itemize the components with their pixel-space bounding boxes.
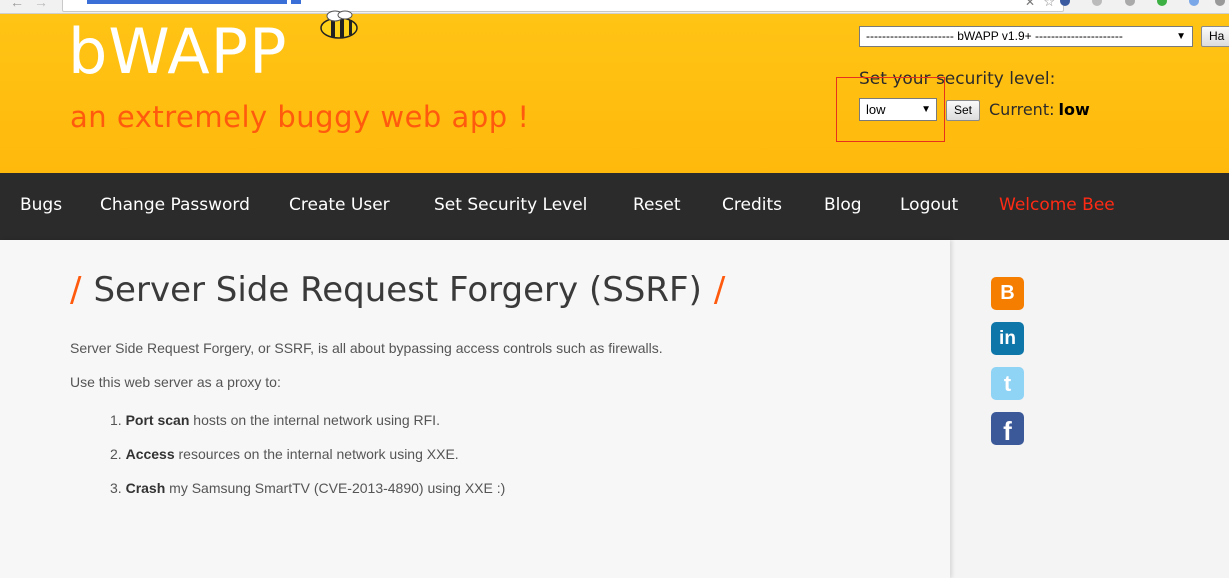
list-item-text: hosts on the internal network using RFI. [189,412,440,428]
twitter-icon[interactable]: t [991,367,1024,400]
nav-create-user[interactable]: Create User [289,195,390,215]
nav-credits[interactable]: Credits [722,195,782,215]
bee-icon [320,10,358,39]
site-header: bWAPP an extremely buggy web app ! -----… [0,10,1229,173]
main-nav: Bugs Change Password Create User Set Sec… [0,173,1229,240]
current-security-level: Current: low [989,100,1090,119]
security-level-select[interactable]: low ▼ [859,98,937,121]
intro-text: Server Side Request Forgery, or SSRF, is… [70,340,663,356]
bug-select-dropdown[interactable]: ---------------------- bWAPP v1.9+ -----… [859,26,1193,47]
extension-icon[interactable] [1060,0,1070,6]
address-selection-end [291,0,301,4]
linkedin-glyph: in [999,328,1016,349]
back-arrow-icon[interactable]: ← [10,0,24,10]
proxy-text: Use this web server as a proxy to: [70,374,281,390]
list-item-bold: Port scan [125,412,190,428]
nav-blog[interactable]: Blog [824,195,862,215]
security-level-value: low [866,102,886,117]
close-icon[interactable]: ✕ [1025,0,1035,9]
page-title: / Server Side Request Forgery (SSRF) / [70,270,737,310]
facebook-icon[interactable]: f [991,412,1024,446]
bookmark-star-icon[interactable]: ☆ [1043,0,1055,10]
address-selection [87,0,287,4]
nav-set-security-level[interactable]: Set Security Level [434,195,587,215]
set-button[interactable]: Set [946,100,980,121]
welcome-user: Welcome Bee [999,195,1115,215]
address-bar[interactable]: ✕ ☆ [62,0,1064,12]
blogger-icon[interactable]: B [991,277,1024,310]
list-item: 1. Port scan hosts on the internal netwo… [110,412,440,428]
title-slash-right: / [713,270,726,310]
nav-bugs[interactable]: Bugs [20,195,62,215]
linkedin-icon[interactable]: in [991,322,1024,355]
page-title-text: Server Side Request Forgery (SSRF) [93,270,702,310]
twitter-glyph: t [1003,371,1012,396]
list-item-bold: Access [125,446,175,462]
dropdown-arrow-icon: ▼ [1176,31,1186,42]
list-item-number: 1. [110,412,122,428]
title-slash-left: / [70,270,82,310]
extension-icon[interactable] [1189,0,1199,6]
bug-select-value: ---------------------- bWAPP v1.9+ -----… [866,29,1123,43]
list-item-text: my Samsung SmartTV (CVE-2013-4890) using… [165,480,506,496]
list-item-number: 2. [110,446,122,462]
hack-button[interactable]: Ha [1201,26,1229,47]
site-tagline: an extremely buggy web app ! [70,100,530,134]
extension-icon[interactable] [1157,0,1167,6]
list-item: 2. Access resources on the internal netw… [110,446,459,462]
security-level-label: Set your security level: [859,69,1056,89]
nav-change-password[interactable]: Change Password [100,195,250,215]
blogger-glyph: B [1000,282,1015,304]
extension-icon[interactable] [1215,0,1225,6]
current-value: low [1058,100,1090,119]
list-item: 3. Crash my Samsung SmartTV (CVE-2013-48… [110,480,505,496]
facebook-glyph: f [1003,416,1012,446]
browser-toolbar: ← → ✕ ☆ [0,0,1229,14]
main-content: / Server Side Request Forgery (SSRF) / Ser… [0,240,950,578]
current-label: Current: [989,100,1055,119]
forward-arrow-icon[interactable]: → [34,0,48,10]
list-item-text: resources on the internal network using … [174,446,459,462]
nav-reset[interactable]: Reset [633,195,681,215]
list-item-bold: Crash [125,480,166,496]
extension-icon[interactable] [1092,0,1102,6]
list-item-number: 3. [110,480,122,496]
site-logo[interactable]: bWAPP [68,16,287,88]
extension-icon[interactable] [1125,0,1135,6]
dropdown-arrow-icon: ▼ [921,104,931,115]
nav-logout[interactable]: Logout [900,195,958,215]
